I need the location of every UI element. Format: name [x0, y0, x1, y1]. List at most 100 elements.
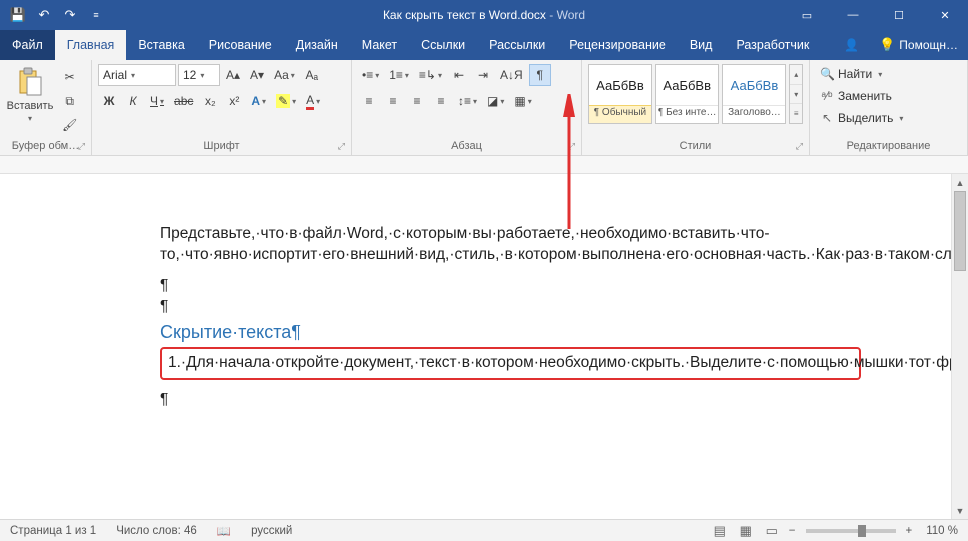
zoom-level[interactable]: 110 % — [916, 520, 968, 541]
tab-mailings[interactable]: Рассылки — [477, 30, 557, 60]
paragraph-1[interactable]: Представьте,·что·в·файл·Word,·с·которым·… — [160, 224, 861, 266]
paste-label: Вставить — [7, 100, 54, 112]
paragraph-2[interactable]: 1.·Для·начала·откройте·документ,·текст·в… — [168, 353, 853, 374]
align-right-button[interactable]: ≡ — [406, 90, 428, 112]
paragraph-launcher[interactable]: ⤢ — [568, 141, 575, 152]
font-name-combo[interactable]: Arial▾ — [98, 64, 176, 86]
zoom-slider-thumb[interactable] — [858, 525, 866, 537]
tell-me[interactable]: 💡Помощн… — [869, 30, 968, 60]
tab-home[interactable]: Главная — [55, 30, 127, 60]
ribbon: Вставить ▾ ✂ ⧉ 🖌 Буфер обм…⤢ Arial▾ 12▾ … — [0, 60, 968, 156]
qat-customize[interactable]: ≡ — [84, 3, 108, 27]
zoom-out-button[interactable]: − — [785, 525, 800, 537]
tab-file[interactable]: Файл — [0, 30, 55, 60]
underline-button[interactable]: Ч▾ — [146, 90, 168, 112]
decrease-indent-button[interactable]: ⇤ — [448, 64, 470, 86]
close-button[interactable]: ✕ — [922, 0, 968, 30]
undo-button[interactable]: ↶ — [32, 3, 56, 27]
style-normal[interactable]: АаБбВв ¶ Обычный — [588, 64, 652, 124]
view-print-layout[interactable]: ▦ — [733, 520, 759, 541]
styles-launcher[interactable]: ⤢ — [796, 141, 803, 152]
page-1[interactable]: Представьте,·что·в·файл·Word,·с·которым·… — [0, 174, 951, 421]
status-spellcheck[interactable]: 📖 — [207, 520, 241, 541]
share-button[interactable]: 👤 — [834, 30, 869, 60]
sort-button[interactable]: А↓Я — [496, 64, 527, 86]
vertical-scrollbar[interactable]: ▲ ▼ — [951, 174, 968, 519]
styles-gallery-scroll[interactable]: ▴▾≡ — [789, 64, 803, 124]
superscript-button[interactable]: x² — [223, 90, 245, 112]
text-effects-button[interactable]: A▾ — [247, 90, 270, 112]
zoom-slider[interactable] — [806, 529, 896, 533]
empty-paragraph[interactable]: ¶ — [160, 297, 861, 318]
tab-layout[interactable]: Макет — [350, 30, 409, 60]
empty-paragraph[interactable]: ¶ — [160, 276, 861, 297]
grow-font-button[interactable]: A▴ — [222, 64, 244, 86]
tab-view[interactable]: Вид — [678, 30, 725, 60]
minimize-button[interactable]: — — [830, 0, 876, 30]
show-marks-button[interactable]: ¶ — [529, 64, 551, 86]
heading-hide-text[interactable]: Скрытие·текста¶ — [160, 322, 861, 343]
subscript-button[interactable]: x₂ — [199, 90, 221, 112]
style-no-spacing[interactable]: АаБбВв ¶ Без инте… — [655, 64, 720, 124]
numbering-button[interactable]: 1≡▾ — [385, 64, 413, 86]
zoom-in-button[interactable]: + — [902, 525, 917, 537]
scroll-up-icon[interactable]: ▲ — [952, 174, 968, 191]
tab-developer[interactable]: Разработчик — [724, 30, 821, 60]
scroll-down-icon[interactable]: ▼ — [952, 502, 968, 519]
redo-button[interactable]: ↷ — [58, 3, 82, 27]
style-heading1[interactable]: АаБбВв Заголово… — [722, 64, 786, 124]
tab-draw[interactable]: Рисование — [197, 30, 284, 60]
align-center-button[interactable]: ≡ — [382, 90, 404, 112]
brush-icon: 🖌 — [62, 118, 77, 132]
empty-paragraph[interactable]: ¶ — [160, 390, 861, 411]
bullets-button[interactable]: •≡▾ — [358, 64, 383, 86]
style-preview: АаБбВв — [723, 65, 785, 105]
view-web-layout[interactable]: ▭ — [759, 520, 785, 541]
view-read-mode[interactable]: ▤ — [707, 520, 733, 541]
change-case-button[interactable]: Aa▾ — [270, 64, 299, 86]
font-launcher[interactable]: ⤢ — [338, 141, 345, 152]
format-painter-button[interactable]: 🖌 — [58, 114, 81, 136]
style-name: Заголово… — [723, 105, 785, 123]
scroll-thumb[interactable] — [954, 191, 966, 271]
maximize-button[interactable]: ☐ — [876, 0, 922, 30]
title-bar: 💾 ↶ ↷ ≡ Как скрыть текст в Word.docx - W… — [0, 0, 968, 30]
shading-button[interactable]: ◪▾ — [483, 90, 508, 112]
find-button[interactable]: 🔍Найти▾ — [816, 64, 907, 84]
italic-button[interactable]: К — [122, 90, 144, 112]
select-button[interactable]: ↖Выделить▾ — [816, 108, 907, 128]
borders-button[interactable]: ▦▾ — [510, 90, 535, 112]
quick-access-toolbar: 💾 ↶ ↷ ≡ — [0, 3, 108, 27]
clear-format-button[interactable]: Aₐ — [301, 64, 323, 86]
ribbon-tabs: Файл Главная Вставка Рисование Дизайн Ма… — [0, 30, 968, 60]
tab-design[interactable]: Дизайн — [284, 30, 350, 60]
status-word-count[interactable]: Число слов: 46 — [106, 520, 207, 541]
increase-indent-button[interactable]: ⇥ — [472, 64, 494, 86]
shrink-font-button[interactable]: A▾ — [246, 64, 268, 86]
bold-button[interactable]: Ж — [98, 90, 120, 112]
tab-review[interactable]: Рецензирование — [557, 30, 678, 60]
horizontal-ruler[interactable] — [0, 156, 968, 174]
clipboard-launcher[interactable]: ⤢ — [78, 141, 85, 152]
tab-references[interactable]: Ссылки — [409, 30, 477, 60]
multilevel-button[interactable]: ≡↳▾ — [415, 64, 446, 86]
justify-button[interactable]: ≡ — [430, 90, 452, 112]
font-color-button[interactable]: A▾ — [302, 90, 324, 112]
group-font-label: Шрифт — [203, 140, 239, 152]
save-button[interactable]: 💾 — [6, 3, 30, 27]
font-size-combo[interactable]: 12▾ — [178, 64, 220, 86]
ribbon-options-button[interactable]: ▭ — [784, 0, 830, 30]
strike-button[interactable]: abc — [170, 90, 197, 112]
status-page[interactable]: Страница 1 из 1 — [0, 520, 106, 541]
highlight-button[interactable]: ✎▾ — [272, 90, 300, 112]
align-left-button[interactable]: ≡ — [358, 90, 380, 112]
status-language[interactable]: русский — [241, 520, 302, 541]
group-editing-label: Редактирование — [847, 140, 931, 152]
copy-button[interactable]: ⧉ — [58, 90, 81, 112]
cut-button[interactable]: ✂ — [58, 66, 81, 88]
line-spacing-button[interactable]: ↕≡▾ — [454, 90, 481, 112]
group-clipboard: Вставить ▾ ✂ ⧉ 🖌 Буфер обм…⤢ — [0, 60, 92, 155]
replace-button[interactable]: ᵃ⁄ᵇЗаменить — [816, 86, 907, 106]
paste-button[interactable]: Вставить ▾ — [6, 64, 54, 123]
tab-insert[interactable]: Вставка — [126, 30, 196, 60]
